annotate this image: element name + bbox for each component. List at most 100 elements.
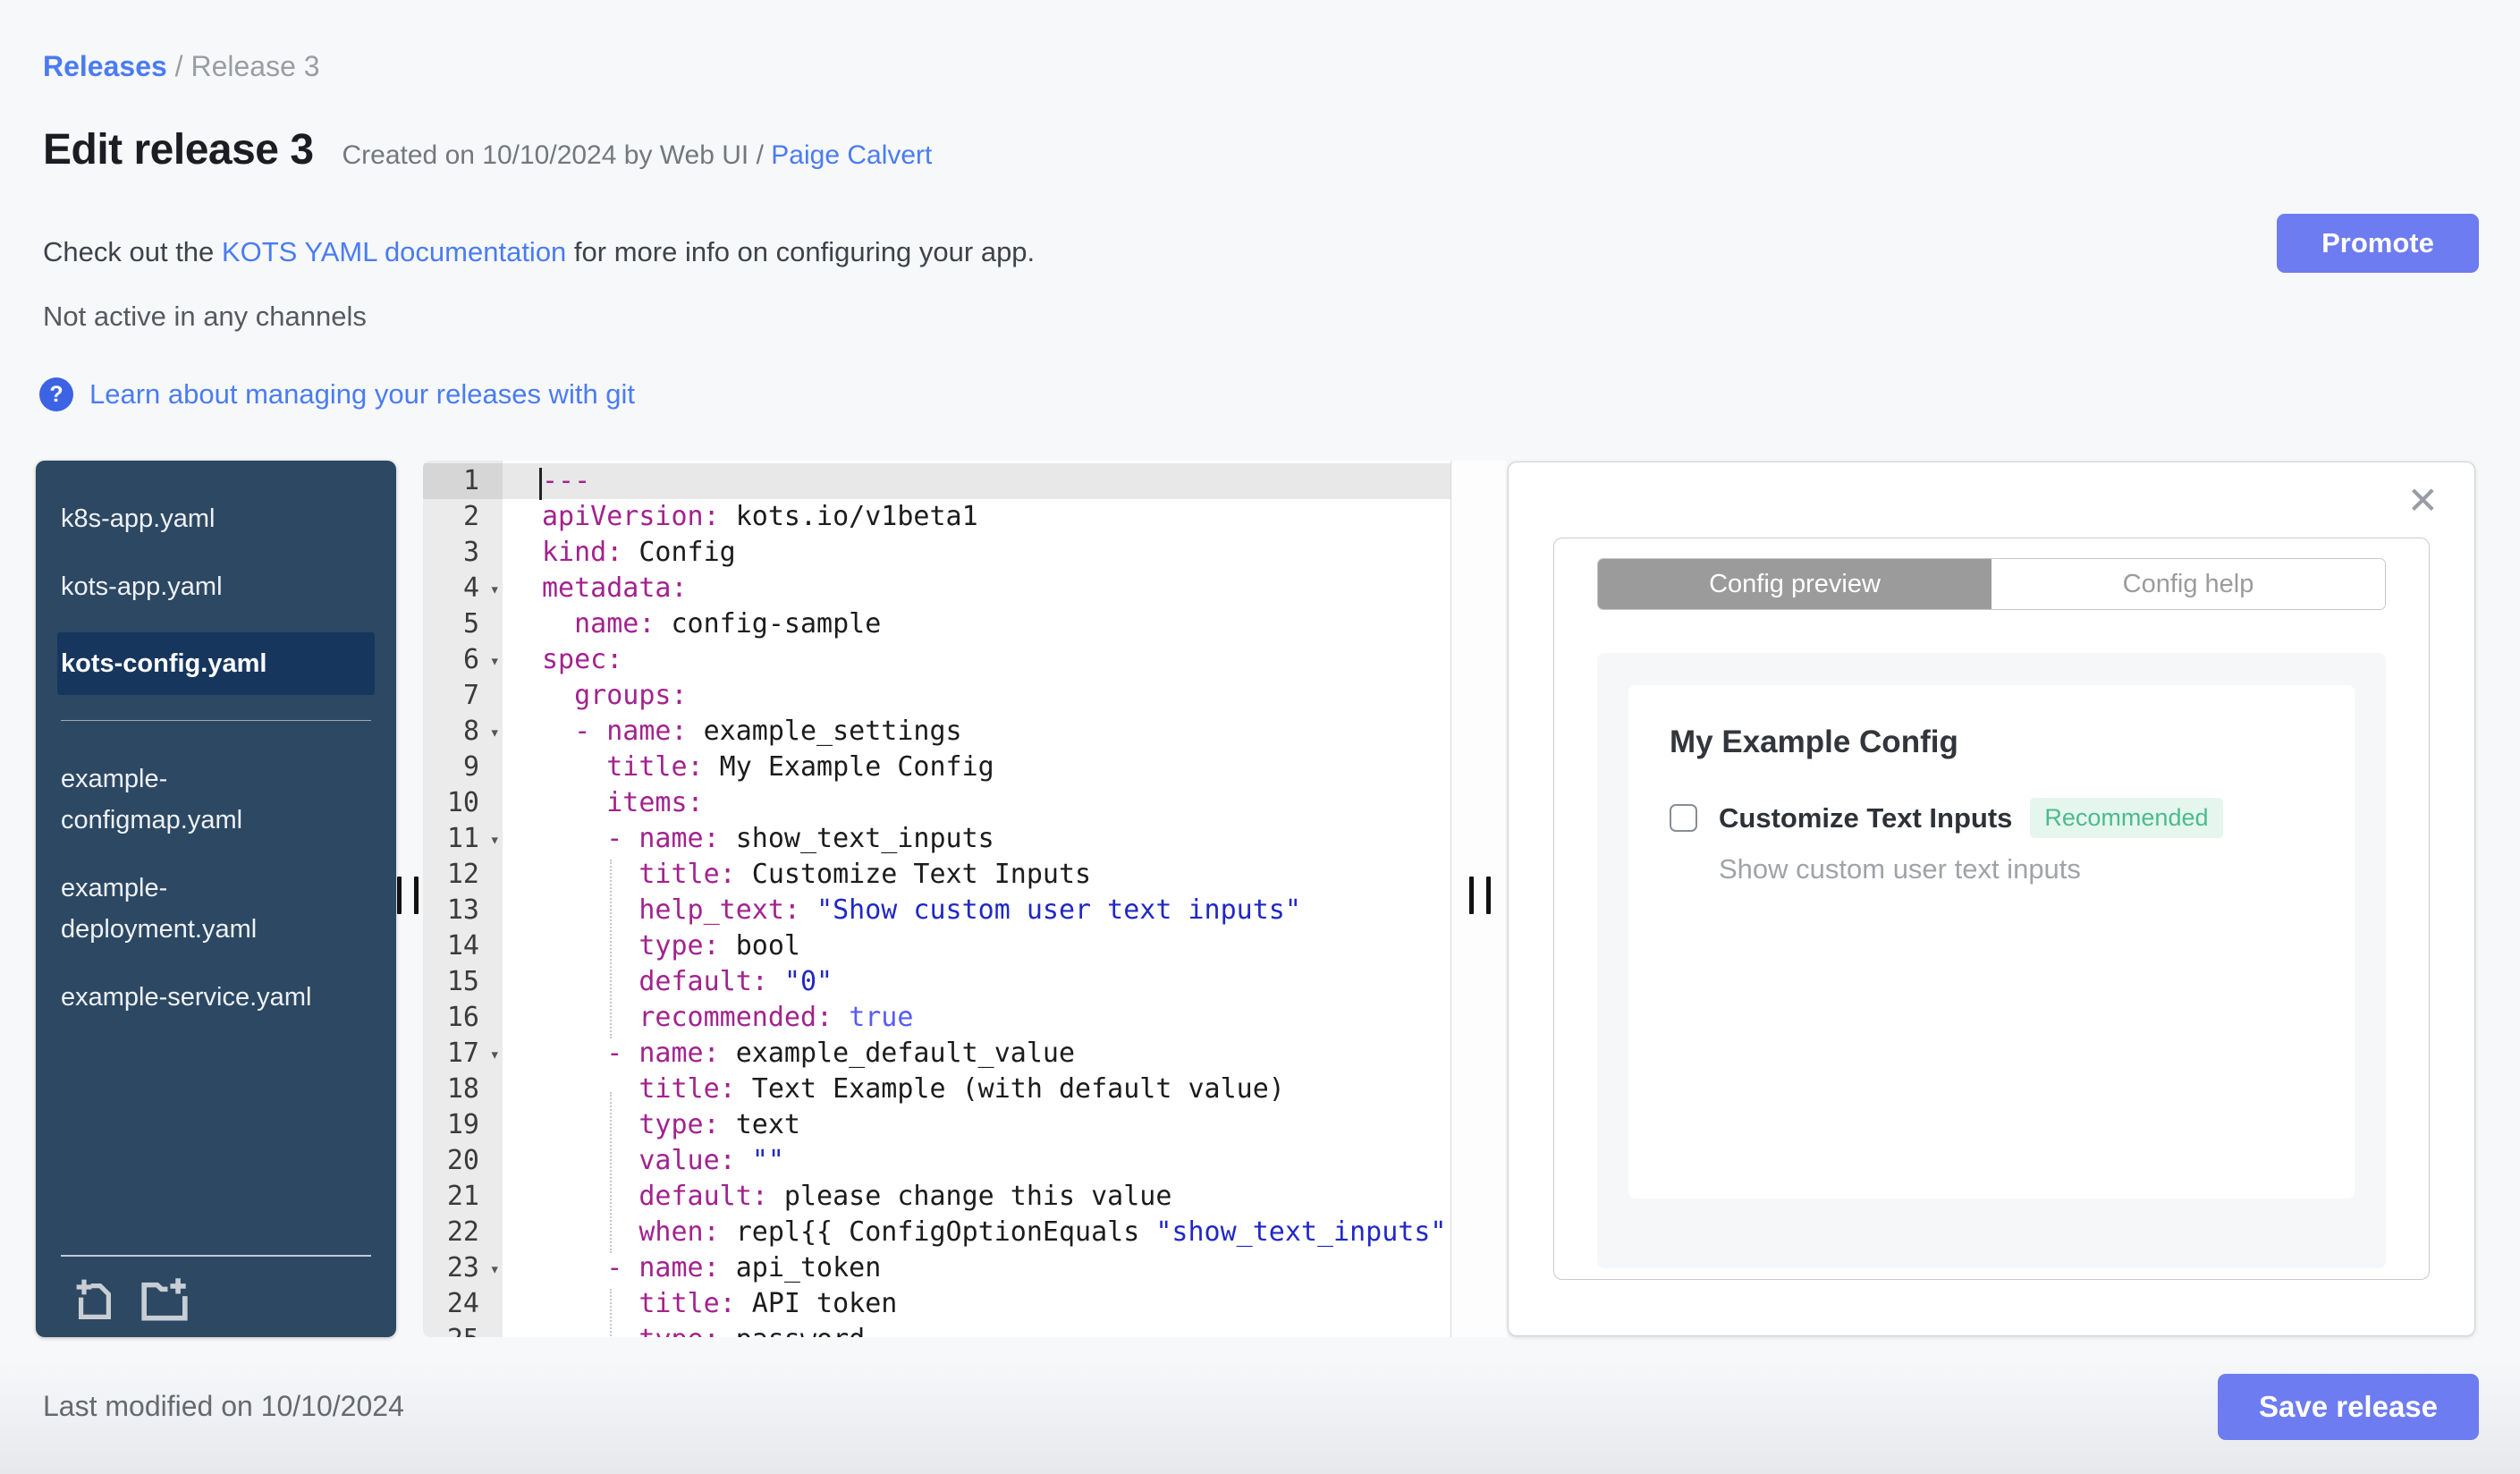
indent-guide [610, 1092, 612, 1253]
save-release-button[interactable]: Save release [2218, 1374, 2479, 1440]
breadcrumb-current: Release 3 [190, 50, 320, 82]
code-line-19: type: text [638, 1109, 800, 1140]
add-file-icon[interactable] [73, 1276, 116, 1323]
indent-guide [610, 860, 612, 1038]
sidebar-footer [36, 1255, 396, 1337]
indent-guide [610, 1289, 612, 1337]
file-item-k8s-app.yaml[interactable]: k8s-app.yaml [57, 496, 375, 541]
docs-line: Check out the KOTS YAML documentation fo… [43, 236, 1035, 268]
text-cursor [539, 468, 542, 500]
gutter-line-10: 10 [446, 787, 479, 818]
gutter-line-12: 12 [446, 859, 479, 890]
sidebar-footer-divider [61, 1255, 371, 1257]
config-item-help-text: Show custom user text inputs [1719, 853, 2081, 885]
gutter-line-23: 23 ▾ [423, 1250, 503, 1286]
created-line: Created on 10/10/2024 by Web UI / Paige … [342, 140, 933, 171]
docs-suffix: for more info on configuring your app. [566, 236, 1036, 267]
file-item-kots-app.yaml[interactable]: kots-app.yaml [57, 564, 375, 609]
tab-config-help[interactable]: Config help [1991, 559, 2385, 609]
file-item-kots-config.yaml[interactable]: kots-config.yaml [57, 632, 375, 695]
file-list: k8s-app.yaml kots-app.yaml kots-config.yam… [36, 461, 396, 1020]
promote-button[interactable]: Promote [2277, 214, 2479, 273]
drag-bar-icon [414, 877, 419, 914]
fold-arrow-icon[interactable]: ▾ [490, 1251, 500, 1287]
gutter-line-5: 5 [462, 608, 479, 640]
tab-config-preview[interactable]: Config preview [1598, 559, 1991, 609]
code-line-18: title: Text Example (with default value) [638, 1073, 1285, 1105]
file-list-divider [61, 720, 371, 721]
config-item-label: Customize Text Inputs [1719, 801, 2013, 834]
code-line-24: title: API token [638, 1288, 898, 1319]
code-line-22: when: repl{{ ConfigOptionEquals "show_te… [638, 1216, 1447, 1248]
gutter-line-19: 19 [446, 1109, 479, 1140]
code-line-3: kind: Config [542, 537, 736, 568]
code-line-23: - name: api_token [606, 1252, 882, 1283]
resize-handle-right[interactable] [1469, 877, 1491, 914]
code-line-25: type: password [503, 1322, 1450, 1337]
gutter-line-1: 1 [423, 463, 503, 499]
code-line-6: spec: [542, 644, 623, 675]
file-item-example-configmap.yaml[interactable]: example-configmap.yaml [57, 757, 375, 843]
yaml-code-editor[interactable]: 1 2 3 4 ▾ 5 6 ▾ 7 8 ▾ 9 10 11 ▾ 12 13 14 15 16 17 ▾ 18 19 20 21 22… [423, 461, 1451, 1337]
question-icon[interactable]: ? [39, 377, 73, 411]
code-lines: --- apiVersion: kots.io/v1beta1 kind: Conf… [503, 463, 1450, 1337]
code-line-11: - name: show_text_inputs [606, 823, 994, 854]
gutter-line-3: 3 [462, 537, 479, 568]
code-line-4: metadata: [542, 572, 688, 604]
app-root: Releases / Release 3 Edit release 3 Crea… [0, 0, 2520, 1474]
config-item-row: Customize Text Inputs Recommended [1670, 798, 2223, 838]
breadcrumb: Releases / Release 3 [43, 50, 320, 83]
gutter-line-21: 21 [446, 1181, 479, 1212]
gutter-line-2: 2 [462, 501, 479, 532]
gutter-line-6: 6 ▾ [423, 642, 503, 678]
code-line-5: name: config-sample [574, 608, 882, 640]
code-line-15: default: "0" [638, 966, 833, 997]
config-group-title: My Example Config [1670, 724, 1958, 759]
breadcrumb-releases-link[interactable]: Releases [43, 50, 167, 82]
fold-arrow-icon[interactable]: ▾ [490, 1037, 500, 1072]
code-line-9: title: My Example Config [606, 751, 994, 783]
gutter-line-15: 15 [446, 966, 479, 997]
close-icon[interactable]: ✕ [2407, 482, 2439, 520]
gutter-line-13: 13 [446, 894, 479, 926]
code-line-7: groups: [574, 680, 688, 711]
file-item-example-service.yaml[interactable]: example-service.yaml [57, 975, 375, 1020]
gutter-line-18: 18 [446, 1073, 479, 1105]
code-line-20: value: "" [638, 1145, 784, 1176]
file-item-example-deployment.yaml[interactable]: example-deployment.yaml [57, 866, 375, 952]
gutter-line-24: 24 [446, 1288, 479, 1319]
preview-tab-toggle: Config preview Config help [1597, 558, 2386, 610]
fold-arrow-icon[interactable]: ▾ [490, 572, 500, 607]
breadcrumb-separator: / [166, 50, 191, 82]
created-text: Created on 10/10/2024 by Web UI / [342, 140, 772, 170]
author-link[interactable]: Paige Calvert [771, 140, 932, 170]
code-line-8: - name: example_settings [574, 716, 962, 747]
config-render-area: My Example Config Customize Text Inputs … [1597, 653, 2386, 1268]
resize-handle-left[interactable] [397, 877, 419, 914]
drag-bar-icon [397, 877, 402, 914]
code-line-17: - name: example_default_value [606, 1038, 1076, 1069]
gutter-line-8: 8 ▾ [423, 714, 503, 750]
git-help-row: ? Learn about managing your releases wit… [39, 377, 635, 411]
code-area[interactable]: --- apiVersion: kots.io/v1beta1 kind: Conf… [503, 463, 1450, 1337]
kots-yaml-docs-link[interactable]: KOTS YAML documentation [222, 236, 566, 267]
fold-arrow-icon[interactable]: ▾ [490, 822, 500, 858]
code-line-21: default: please change this value [638, 1181, 1172, 1212]
customize-text-inputs-checkbox[interactable] [1670, 804, 1697, 832]
add-folder-icon[interactable] [140, 1276, 190, 1323]
fold-arrow-icon[interactable]: ▾ [490, 715, 500, 750]
last-modified-text: Last modified on 10/10/2024 [43, 1390, 404, 1422]
config-group-card: My Example Config Customize Text Inputs … [1628, 685, 2355, 1199]
channel-status: Not active in any channels [43, 301, 367, 332]
code-line-10: items: [606, 787, 704, 818]
code-line-2: apiVersion: kots.io/v1beta1 [542, 501, 978, 532]
fold-arrow-icon[interactable]: ▾ [490, 643, 500, 679]
page-title: Edit release 3 [43, 126, 314, 174]
git-releases-link[interactable]: Learn about managing your releases with … [89, 378, 635, 411]
recommended-badge: Recommended [2030, 798, 2223, 838]
code-line-14: type: bool [638, 930, 800, 961]
gutter-line-22: 22 [446, 1216, 479, 1248]
gutter-line-14: 14 [446, 930, 479, 961]
title-row: Edit release 3 Created on 10/10/2024 by … [43, 125, 932, 174]
preview-card: Config preview Config help My Example Con… [1553, 538, 2430, 1280]
